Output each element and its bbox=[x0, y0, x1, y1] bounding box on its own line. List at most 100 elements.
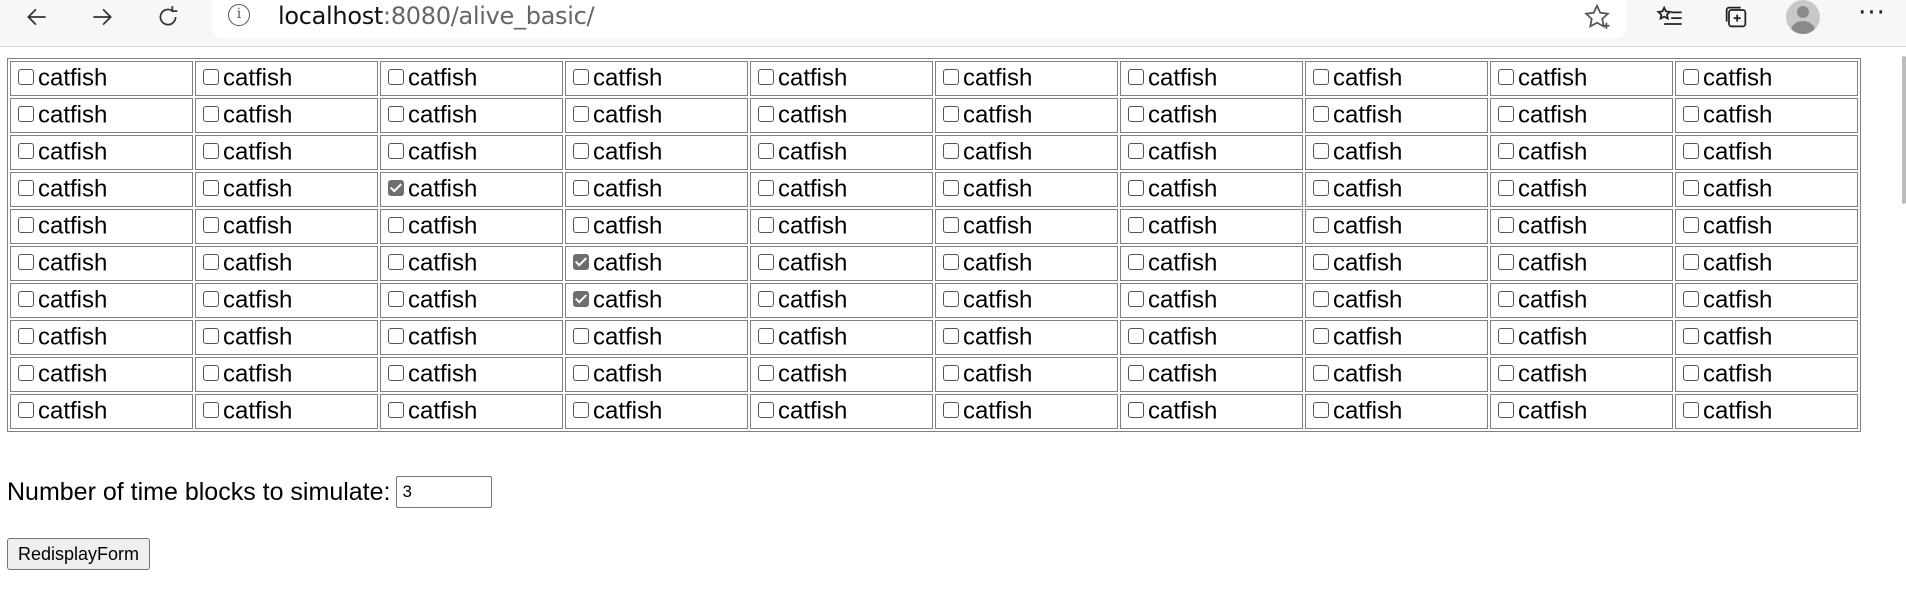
address-bar[interactable]: i localhost:8080/alive_basic/ bbox=[212, 0, 1626, 38]
checkbox-checked[interactable] bbox=[388, 179, 404, 196]
checkbox[interactable] bbox=[1498, 253, 1514, 270]
refresh-icon[interactable] bbox=[148, 0, 188, 34]
checkbox[interactable] bbox=[18, 364, 34, 381]
checkbox[interactable] bbox=[18, 68, 34, 85]
checkbox[interactable] bbox=[573, 327, 589, 344]
checkbox[interactable] bbox=[1128, 142, 1144, 159]
scrollbar-thumb[interactable] bbox=[1902, 56, 1906, 204]
checkbox[interactable] bbox=[1683, 364, 1699, 381]
checkbox[interactable] bbox=[1128, 105, 1144, 122]
checkbox[interactable] bbox=[203, 327, 219, 344]
checkbox[interactable] bbox=[1313, 253, 1329, 270]
checkbox[interactable] bbox=[758, 290, 774, 307]
checkbox[interactable] bbox=[203, 68, 219, 85]
checkbox[interactable] bbox=[203, 364, 219, 381]
checkbox[interactable] bbox=[573, 68, 589, 85]
collections-icon[interactable] bbox=[1714, 0, 1758, 34]
checkbox[interactable] bbox=[1128, 327, 1144, 344]
checkbox[interactable] bbox=[1683, 290, 1699, 307]
checkbox[interactable] bbox=[1313, 364, 1329, 381]
checkbox[interactable] bbox=[1313, 179, 1329, 196]
checkbox[interactable] bbox=[943, 364, 959, 381]
checkbox[interactable] bbox=[1683, 216, 1699, 233]
checkbox[interactable] bbox=[1128, 290, 1144, 307]
more-menu-icon[interactable]: ··· bbox=[1852, 0, 1892, 34]
url-text[interactable]: localhost:8080/alive_basic/ bbox=[278, 2, 595, 30]
checkbox[interactable] bbox=[388, 290, 404, 307]
checkbox[interactable] bbox=[758, 142, 774, 159]
checkbox-checked[interactable] bbox=[573, 290, 589, 307]
checkbox[interactable] bbox=[388, 216, 404, 233]
checkbox[interactable] bbox=[758, 179, 774, 196]
checkbox[interactable] bbox=[1683, 179, 1699, 196]
checkbox[interactable] bbox=[203, 253, 219, 270]
profile-avatar-icon[interactable] bbox=[1786, 0, 1820, 34]
checkbox[interactable] bbox=[1498, 290, 1514, 307]
checkbox[interactable] bbox=[943, 142, 959, 159]
checkbox[interactable] bbox=[18, 327, 34, 344]
checkbox[interactable] bbox=[388, 68, 404, 85]
checkbox[interactable] bbox=[573, 105, 589, 122]
checkbox[interactable] bbox=[1313, 327, 1329, 344]
checkbox[interactable] bbox=[203, 216, 219, 233]
checkbox[interactable] bbox=[758, 216, 774, 233]
checkbox[interactable] bbox=[388, 327, 404, 344]
time-blocks-input[interactable] bbox=[396, 476, 493, 508]
checkbox[interactable] bbox=[1683, 253, 1699, 270]
checkbox[interactable] bbox=[1313, 105, 1329, 122]
checkbox[interactable] bbox=[758, 68, 774, 85]
checkbox[interactable] bbox=[1683, 105, 1699, 122]
checkbox[interactable] bbox=[1128, 364, 1144, 381]
checkbox[interactable] bbox=[1128, 216, 1144, 233]
checkbox[interactable] bbox=[18, 142, 34, 159]
checkbox[interactable] bbox=[573, 364, 589, 381]
checkbox[interactable] bbox=[1128, 401, 1144, 418]
checkbox[interactable] bbox=[1313, 401, 1329, 418]
favorites-icon[interactable] bbox=[1648, 0, 1692, 34]
checkbox[interactable] bbox=[758, 327, 774, 344]
checkbox[interactable] bbox=[943, 401, 959, 418]
checkbox[interactable] bbox=[388, 364, 404, 381]
checkbox[interactable] bbox=[1498, 401, 1514, 418]
checkbox[interactable] bbox=[18, 179, 34, 196]
checkbox[interactable] bbox=[1313, 142, 1329, 159]
checkbox[interactable] bbox=[943, 253, 959, 270]
checkbox[interactable] bbox=[203, 179, 219, 196]
checkbox[interactable] bbox=[1128, 253, 1144, 270]
checkbox[interactable] bbox=[388, 253, 404, 270]
checkbox[interactable] bbox=[943, 105, 959, 122]
checkbox[interactable] bbox=[388, 142, 404, 159]
checkbox[interactable] bbox=[388, 401, 404, 418]
checkbox[interactable] bbox=[1683, 142, 1699, 159]
checkbox[interactable] bbox=[1498, 179, 1514, 196]
checkbox[interactable] bbox=[18, 290, 34, 307]
checkbox[interactable] bbox=[758, 364, 774, 381]
checkbox[interactable] bbox=[573, 401, 589, 418]
checkbox[interactable] bbox=[1313, 216, 1329, 233]
checkbox[interactable] bbox=[943, 68, 959, 85]
back-arrow-icon[interactable] bbox=[17, 0, 57, 34]
checkbox[interactable] bbox=[1683, 401, 1699, 418]
checkbox[interactable] bbox=[758, 253, 774, 270]
checkbox[interactable] bbox=[1498, 105, 1514, 122]
checkbox[interactable] bbox=[943, 179, 959, 196]
checkbox[interactable] bbox=[1128, 179, 1144, 196]
checkbox[interactable] bbox=[1683, 327, 1699, 344]
checkbox[interactable] bbox=[203, 142, 219, 159]
checkbox[interactable] bbox=[18, 105, 34, 122]
checkbox[interactable] bbox=[1498, 142, 1514, 159]
info-icon[interactable]: i bbox=[228, 4, 250, 26]
checkbox[interactable] bbox=[573, 179, 589, 196]
checkbox[interactable] bbox=[573, 216, 589, 233]
checkbox[interactable] bbox=[758, 401, 774, 418]
checkbox[interactable] bbox=[1498, 364, 1514, 381]
checkbox-checked[interactable] bbox=[573, 253, 589, 270]
forward-arrow-icon[interactable] bbox=[82, 0, 122, 34]
checkbox[interactable] bbox=[943, 290, 959, 307]
checkbox[interactable] bbox=[18, 216, 34, 233]
redisplay-form-button[interactable]: RedisplayForm bbox=[7, 538, 151, 570]
checkbox[interactable] bbox=[203, 401, 219, 418]
checkbox[interactable] bbox=[573, 142, 589, 159]
checkbox[interactable] bbox=[1128, 68, 1144, 85]
checkbox[interactable] bbox=[1498, 327, 1514, 344]
